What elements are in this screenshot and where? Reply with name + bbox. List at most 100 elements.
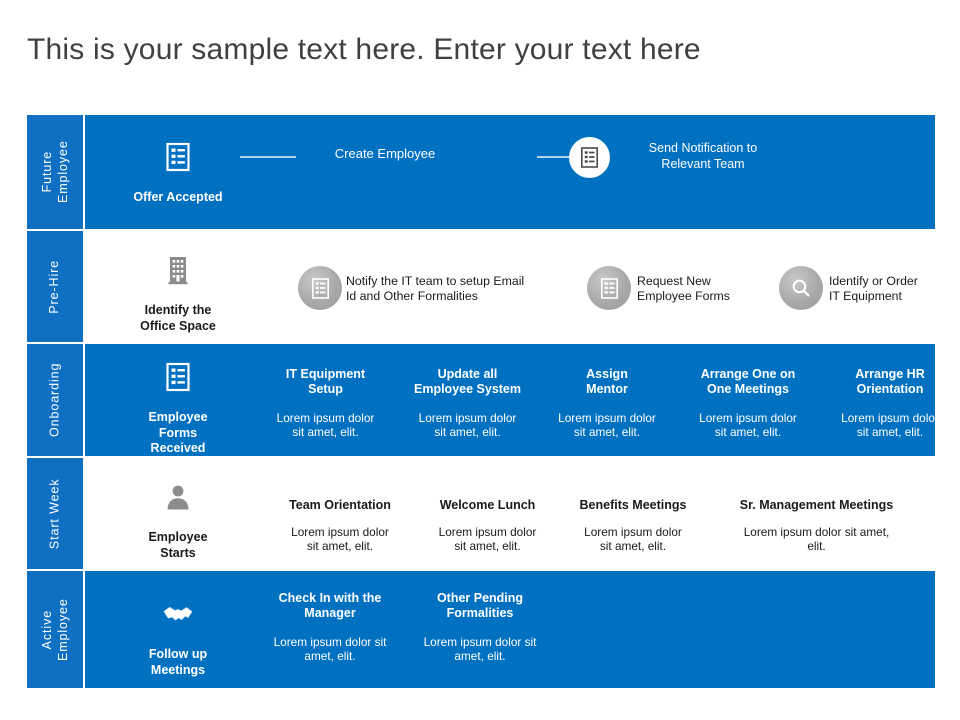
item-description: Lorem ipsum dolor sit amet, elit. xyxy=(260,525,420,553)
item-desc-line1: Lorem ipsum dolor sit xyxy=(423,634,537,649)
stage-label-line2: Starts xyxy=(160,545,196,560)
item-title-line1: Send Notification to xyxy=(648,141,758,155)
row-content: Employee Forms Received IT Equipment Set… xyxy=(85,344,939,457)
office-building-icon xyxy=(103,249,253,291)
stage-label: Offer Accepted xyxy=(133,190,223,204)
item-desc-line1: Lorem ipsum dolor xyxy=(558,410,656,425)
item-title-line2: Orientation xyxy=(856,381,924,396)
item-notify-it-team[interactable]: Notify the IT team to setup Email Id and… xyxy=(346,274,561,305)
stage-offer-accepted[interactable]: Offer Accepted xyxy=(103,136,253,206)
item-request-employee-forms[interactable]: Request New Employee Forms xyxy=(637,274,787,305)
item-title: Benefits Meetings xyxy=(579,498,687,512)
item-arrange-one-on-one[interactable]: Arrange One on One Meetings Lorem ipsum … xyxy=(668,367,828,439)
item-send-notification[interactable]: Send Notification to Relevant Team xyxy=(613,141,793,172)
item-desc-line1: Lorem ipsum dolor xyxy=(584,524,682,539)
item-desc-line1: Lorem ipsum dolor xyxy=(291,524,389,539)
item-benefits-meetings[interactable]: Benefits Meetings Lorem ipsum dolor sit … xyxy=(553,498,713,553)
item-description: Lorem ipsum dolor sit amet, elit. xyxy=(709,525,924,553)
item-title: IT Equipment Setup xyxy=(253,367,398,397)
stage-label: Employee Forms Received xyxy=(103,410,253,457)
item-desc-line2: sit amet, elit. xyxy=(573,424,641,439)
clipboard-list-icon xyxy=(600,277,618,299)
slide-canvas: This is your sample text here. Enter you… xyxy=(0,0,960,720)
item-title-line1: Arrange One on xyxy=(700,367,796,381)
item-identify-order-it-equipment[interactable]: Identify or Order IT Equipment xyxy=(829,274,960,305)
item-title-line2: One Meetings xyxy=(707,381,789,396)
item-create-employee[interactable]: Create Employee xyxy=(300,146,470,161)
item-desc-line1: Lorem ipsum dolor sit amet, xyxy=(743,524,890,539)
item-description: Lorem ipsum dolor sit amet, elit. xyxy=(668,411,828,439)
item-desc-line2: sit amet, elit. xyxy=(454,538,521,553)
row-onboarding: Onboarding Employee Forms Received IT Eq… xyxy=(27,344,939,457)
item-title: Identify or Order IT Equipment xyxy=(829,274,960,305)
search-icon xyxy=(792,279,810,297)
item-desc-line1: Lorem ipsum dolor sit xyxy=(273,634,387,649)
item-other-pending-formalities[interactable]: Other Pending Formalities Lorem ipsum do… xyxy=(400,591,560,663)
item-title-line2: IT Equipment xyxy=(829,289,902,304)
icon-badge-request-forms[interactable] xyxy=(587,266,631,310)
stage-follow-up-meetings[interactable]: Follow up Meetings xyxy=(103,593,253,678)
row-content: Employee Starts Team Orientation Lorem i… xyxy=(85,458,935,569)
row-label-pre-hire[interactable]: Pre-Hire xyxy=(27,231,83,342)
row-label-start-week[interactable]: Start Week xyxy=(27,458,83,569)
item-title-line2: Formalities xyxy=(446,605,514,620)
row-content: Follow up Meetings Check In with the Man… xyxy=(85,571,935,688)
item-description: Lorem ipsum dolor sit amet, elit. xyxy=(390,411,545,439)
item-description: Lorem ipsum dolor sit amet, elit. xyxy=(553,525,713,553)
item-desc-line1: Lorem ipsum dolor xyxy=(841,410,939,425)
stage-label-line2: Office Space xyxy=(140,318,216,333)
stage-label-line2: Meetings xyxy=(150,662,206,677)
row-label-active-employee[interactable]: Active Employee xyxy=(27,571,83,688)
stage-label-line2: Forms xyxy=(158,425,198,440)
item-title: Welcome Lunch xyxy=(439,498,536,512)
item-arrange-hr-orientation[interactable]: Arrange HR Orientation Lorem ipsum dolor… xyxy=(815,367,960,439)
item-title: Check In with the Manager xyxy=(250,591,410,621)
item-title: Arrange One on One Meetings xyxy=(668,367,828,397)
item-title-line2: Setup xyxy=(308,381,343,396)
item-title: Notify the IT team to setup Email Id and… xyxy=(346,274,561,305)
item-desc-line2: sit amet, elit. xyxy=(599,538,667,553)
item-title: Assign Mentor xyxy=(533,367,681,397)
stage-employee-forms-received[interactable]: Employee Forms Received xyxy=(103,356,253,457)
item-title-line1: Update all xyxy=(437,367,498,381)
row-future-employee: Future Employee Offer Accepted Create Em… xyxy=(27,115,935,229)
item-assign-mentor[interactable]: Assign Mentor Lorem ipsum dolor sit amet… xyxy=(533,367,681,439)
stage-label: Identify the Office Space xyxy=(103,303,253,334)
stage-label-line1: Employee xyxy=(148,410,208,424)
row-start-week: Start Week Employee Starts Team Orientat… xyxy=(27,458,935,569)
item-desc-line2: sit amet, elit. xyxy=(292,424,359,439)
stage-identify-office-space[interactable]: Identify the Office Space xyxy=(103,249,253,334)
item-description: Lorem ipsum dolor sit amet, elit. xyxy=(533,411,681,439)
item-it-equipment-setup[interactable]: IT Equipment Setup Lorem ipsum dolor sit… xyxy=(253,367,398,439)
row-active-employee: Active Employee Follow up Meetings Check… xyxy=(27,571,935,688)
connector-line xyxy=(240,156,296,158)
row-label-future-employee[interactable]: Future Employee xyxy=(27,115,83,229)
icon-badge-it-equipment[interactable] xyxy=(779,266,823,310)
item-description: Lorem ipsum dolor sit amet, elit. xyxy=(400,635,560,663)
stage-label-line1: Employee xyxy=(148,530,208,544)
item-desc-line2: amet, elit. xyxy=(454,648,506,663)
person-icon xyxy=(103,476,253,518)
item-title: Request New Employee Forms xyxy=(637,274,787,305)
item-title: Team Orientation xyxy=(289,498,391,512)
row-label-line1: Active xyxy=(39,609,54,650)
item-title-line2: Employee Forms xyxy=(637,289,730,304)
row-label-onboarding[interactable]: Onboarding xyxy=(27,344,83,456)
stage-employee-starts[interactable]: Employee Starts xyxy=(103,476,253,561)
item-sr-management-meetings[interactable]: Sr. Management Meetings Lorem ipsum dolo… xyxy=(709,498,924,553)
item-update-employee-system[interactable]: Update all Employee System Lorem ipsum d… xyxy=(390,367,545,439)
row-content: Identify the Office Space Notify the IT … xyxy=(85,231,935,342)
item-welcome-lunch[interactable]: Welcome Lunch Lorem ipsum dolor sit amet… xyxy=(410,498,565,553)
row-label-text: Active Employee xyxy=(39,598,70,661)
item-team-orientation[interactable]: Team Orientation Lorem ipsum dolor sit a… xyxy=(260,498,420,553)
item-title-line1: Other Pending xyxy=(436,591,524,605)
item-description: Lorem ipsum dolor sit amet, elit. xyxy=(410,525,565,553)
item-desc-line1: Lorem ipsum dolor xyxy=(438,524,537,539)
icon-badge-notify-it[interactable] xyxy=(298,266,342,310)
clipboard-list-icon xyxy=(103,136,253,178)
page-title: This is your sample text here. Enter you… xyxy=(27,33,701,66)
icon-badge-send-notification[interactable] xyxy=(569,137,610,178)
item-title: Create Employee xyxy=(334,146,436,161)
item-check-in-with-manager[interactable]: Check In with the Manager Lorem ipsum do… xyxy=(250,591,410,663)
row-label-text: Future Employee xyxy=(39,141,70,204)
